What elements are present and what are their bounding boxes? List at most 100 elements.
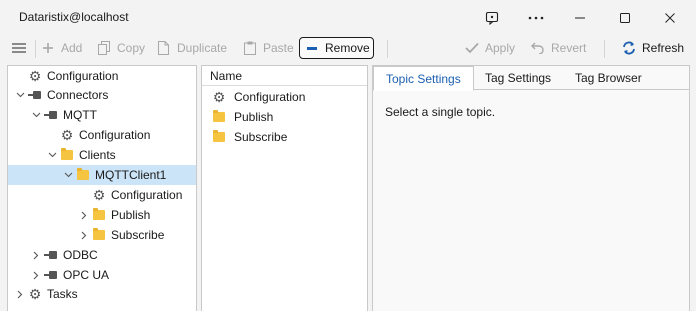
copy-button[interactable]: Copy xyxy=(97,37,145,59)
tree-item-publish[interactable]: Publish xyxy=(8,205,196,225)
tree-item-subscribe[interactable]: Subscribe xyxy=(8,225,196,245)
remove-button[interactable]: Remove xyxy=(299,37,374,59)
tab-label: Tag Settings xyxy=(485,71,552,85)
list-item[interactable]: Publish xyxy=(202,107,367,127)
chevron-right-icon[interactable] xyxy=(31,270,41,280)
refresh-button[interactable]: Refresh xyxy=(622,37,684,59)
tree-item-label: Configuration xyxy=(111,188,183,202)
chevron-right-icon[interactable] xyxy=(31,250,41,260)
tab-label: Tag Browser xyxy=(575,71,642,85)
tree-item-label: Subscribe xyxy=(111,228,165,242)
revert-button[interactable]: Revert xyxy=(531,37,586,59)
maximize-icon[interactable] xyxy=(605,0,645,35)
tree-item-clients[interactable]: Clients xyxy=(8,145,196,165)
tree-item-label: Tasks xyxy=(47,287,78,301)
column-header-label: Name xyxy=(210,68,243,83)
column-header-name[interactable]: Name xyxy=(202,66,367,86)
tree-item-label: Connectors xyxy=(47,88,109,102)
feedback-icon[interactable] xyxy=(472,0,512,35)
window-title: Dataristix@localhost xyxy=(19,10,129,24)
close-icon[interactable] xyxy=(650,0,690,35)
tab-tag-settings[interactable]: Tag Settings xyxy=(473,66,563,90)
folder-icon xyxy=(92,228,106,242)
duplicate-label: Duplicate xyxy=(177,41,228,55)
tab-strip: Topic Settings Tag Settings Tag Browser xyxy=(373,66,689,91)
connector-tree: ⚙ Configuration Connectors MQTT ⚙ Config… xyxy=(7,65,197,311)
add-label: Add xyxy=(61,41,83,55)
tree-item-opc-ua[interactable]: OPC UA xyxy=(8,265,196,285)
plug-icon xyxy=(28,88,42,102)
folder-icon xyxy=(76,168,90,182)
list-item-label: Configuration xyxy=(234,90,306,104)
gear-icon: ⚙ xyxy=(28,68,42,84)
tab-topic-settings[interactable]: Topic Settings xyxy=(373,66,474,91)
chevron-right-icon[interactable] xyxy=(79,210,89,220)
list-item-label: Publish xyxy=(234,110,274,124)
revert-label: Revert xyxy=(551,41,587,55)
apply-label: Apply xyxy=(485,41,516,55)
tree-item-connectors[interactable]: Connectors xyxy=(8,85,196,105)
toolbar-separator xyxy=(604,40,605,58)
duplicate-button[interactable]: Duplicate xyxy=(157,37,227,59)
chevron-down-icon[interactable] xyxy=(63,170,73,180)
plus-icon xyxy=(41,41,55,55)
list-item[interactable]: Subscribe xyxy=(202,127,367,147)
tree-item-label: Clients xyxy=(79,148,116,162)
plug-icon xyxy=(44,248,58,262)
detail-message: Select a single topic. xyxy=(385,105,496,119)
item-list: Name ⚙ Configuration Publish Subscribe xyxy=(201,65,368,311)
tree-item-mqttclient1[interactable]: MQTTClient1 xyxy=(8,165,196,185)
gears-icon: ⚙ xyxy=(28,286,42,302)
plug-icon xyxy=(44,268,58,282)
tree-item-mqtt-configuration[interactable]: ⚙ Configuration xyxy=(8,125,196,145)
chevron-down-icon[interactable] xyxy=(47,150,57,160)
minus-icon xyxy=(307,46,317,50)
more-icon[interactable] xyxy=(516,0,556,35)
tab-label: Topic Settings xyxy=(386,71,461,86)
tree-item-label: ODBC xyxy=(63,248,98,262)
gear-icon: ⚙ xyxy=(212,89,226,105)
tab-tag-browser[interactable]: Tag Browser xyxy=(563,66,654,90)
tree-item-label: Publish xyxy=(111,208,151,222)
tree-item-label: MQTT xyxy=(63,108,97,122)
list-item[interactable]: ⚙ Configuration xyxy=(202,87,367,107)
paste-label: Paste xyxy=(263,41,294,55)
title-bar: Dataristix@localhost xyxy=(0,0,696,35)
refresh-icon xyxy=(622,41,636,55)
toolbar-separator xyxy=(35,40,36,58)
tree-item-configuration[interactable]: ⚙ Configuration xyxy=(8,66,196,86)
copy-icon xyxy=(97,41,111,55)
tree-item-label: MQTTClient1 xyxy=(95,168,167,182)
toolbar-separator xyxy=(387,40,388,58)
refresh-label: Refresh xyxy=(642,41,685,55)
chevron-right-icon[interactable] xyxy=(15,289,25,299)
checkmark-icon xyxy=(465,41,479,55)
tree-item-tasks[interactable]: ⚙ Tasks xyxy=(8,284,196,304)
gear-icon: ⚙ xyxy=(60,127,74,143)
tree-item-client-configuration[interactable]: ⚙ Configuration xyxy=(8,185,196,205)
minimize-icon[interactable] xyxy=(560,0,600,35)
folder-icon xyxy=(212,110,226,124)
hamburger-menu-icon[interactable] xyxy=(11,37,27,59)
list-item-label: Subscribe xyxy=(234,130,288,144)
undo-icon xyxy=(531,41,545,55)
remove-label: Remove xyxy=(325,41,370,55)
tree-item-mqtt[interactable]: MQTT xyxy=(8,105,196,125)
chevron-down-icon[interactable] xyxy=(15,90,25,100)
paste-icon xyxy=(243,41,257,55)
apply-button[interactable]: Apply xyxy=(465,37,515,59)
duplicate-icon xyxy=(157,41,171,55)
gear-icon: ⚙ xyxy=(92,187,106,203)
chevron-right-icon[interactable] xyxy=(79,230,89,240)
folder-icon xyxy=(92,208,106,222)
add-button[interactable]: Add xyxy=(41,37,82,59)
paste-button[interactable]: Paste xyxy=(243,37,294,59)
plug-icon xyxy=(44,108,58,122)
folder-icon xyxy=(60,148,74,162)
tree-item-label: OPC UA xyxy=(63,268,110,282)
tree-item-odbc[interactable]: ODBC xyxy=(8,245,196,265)
tree-item-label: Configuration xyxy=(47,69,119,83)
chevron-down-icon[interactable] xyxy=(31,110,41,120)
detail-panel: Topic Settings Tag Settings Tag Browser … xyxy=(372,65,690,311)
copy-label: Copy xyxy=(117,41,146,55)
